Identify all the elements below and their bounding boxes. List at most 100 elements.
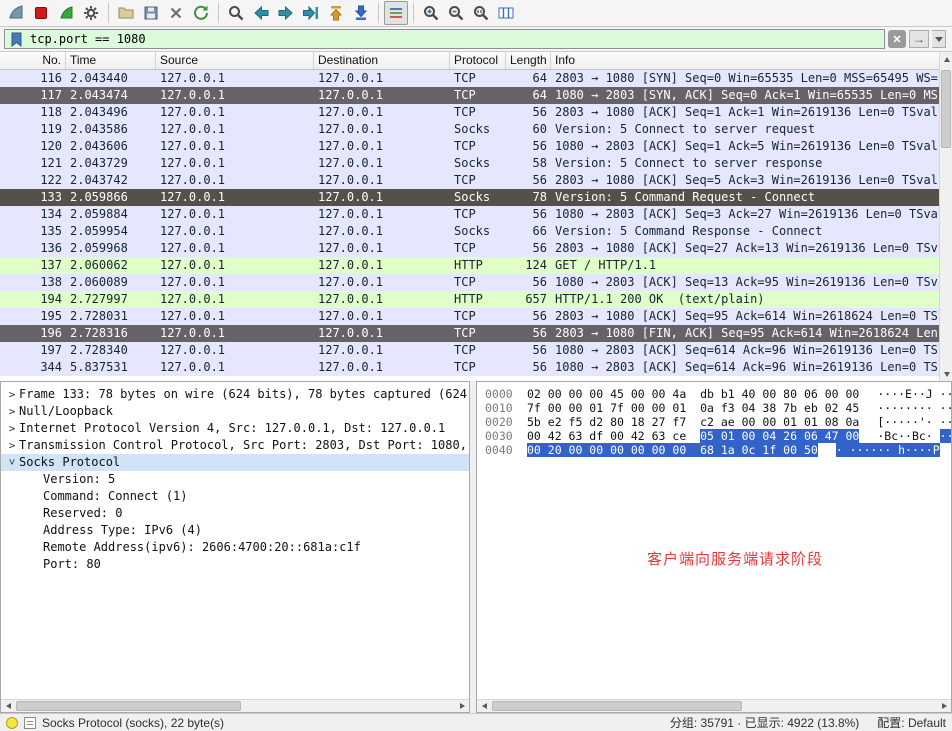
hex-bytes[interactable]: 5b e2 f5 d2 80 18 27 f7 c2 ae 00 00 01 0… <box>527 415 859 429</box>
packet-row-133[interactable]: 1332.059866127.0.0.1127.0.0.1Socks78Vers… <box>0 189 939 206</box>
go-to-top-button[interactable] <box>324 1 348 25</box>
packet-row-194[interactable]: 1942.727997127.0.0.1127.0.0.1HTTP657HTTP… <box>0 291 939 308</box>
bytes-hscrollbar[interactable] <box>477 699 951 712</box>
column-header-source[interactable]: Source <box>156 52 314 69</box>
hex-bytes-segment[interactable]: 7f 00 00 01 7f 00 00 01 0a f3 04 38 7b e… <box>527 401 859 415</box>
profile-status[interactable]: 配置: Default <box>877 714 946 731</box>
close-file-button[interactable] <box>164 1 188 25</box>
details-hscrollbar[interactable] <box>1 699 469 712</box>
packet-row-134[interactable]: 1342.059884127.0.0.1127.0.0.1TCP561080 →… <box>0 206 939 223</box>
hex-ascii[interactable]: · ······ h····P <box>836 443 940 457</box>
hex-ascii[interactable]: ········ ···8{··E <box>877 401 951 415</box>
detail-row[interactable]: ˅Socks Protocol <box>1 454 469 471</box>
packet-row-119[interactable]: 1192.043586127.0.0.1127.0.0.1Socks60Vers… <box>0 121 939 138</box>
detail-row[interactable]: Address Type: IPv6 (4) <box>1 522 469 539</box>
ascii-selected[interactable]: · ······ h····P <box>836 443 940 457</box>
packet-row-121[interactable]: 1212.043729127.0.0.1127.0.0.1Socks58Vers… <box>0 155 939 172</box>
scroll-down-button[interactable] <box>940 367 952 381</box>
packet-row-117[interactable]: 1172.043474127.0.0.1127.0.0.1TCP641080 →… <box>0 87 939 104</box>
detail-row[interactable]: >Transmission Control Protocol, Src Port… <box>1 437 469 454</box>
packet-row-138[interactable]: 1382.060089127.0.0.1127.0.0.1TCP561080 →… <box>0 274 939 291</box>
hex-bytes[interactable]: 00 42 63 df 00 42 63 ce 05 01 00 04 26 0… <box>527 429 859 443</box>
ascii-segment[interactable]: [·····'· ········ <box>877 415 951 429</box>
scroll-thumb[interactable] <box>941 70 951 148</box>
packet-row-196[interactable]: 1962.728316127.0.0.1127.0.0.1TCP562803 →… <box>0 325 939 342</box>
hex-row[interactable]: 004000 20 00 00 00 00 00 00 68 1a 0c 1f … <box>485 443 951 457</box>
ascii-segment[interactable]: ·Bc··Bc· <box>877 429 939 443</box>
filter-expression-text[interactable]: tcp.port == 1080 <box>30 32 880 46</box>
capture-options-button[interactable] <box>79 1 103 25</box>
hex-ascii[interactable]: [·····'· ········ <box>877 415 951 429</box>
packet-row-344[interactable]: 3445.837531127.0.0.1127.0.0.1TCP561080 →… <box>0 359 939 376</box>
ascii-segment[interactable]: ········ ···8{··E <box>877 401 951 415</box>
display-filter-input[interactable]: tcp.port == 1080 <box>4 29 885 49</box>
restart-capture-button[interactable] <box>54 1 78 25</box>
detail-row[interactable]: Remote Address(ipv6): 2606:4700:20::681a… <box>1 539 469 556</box>
resize-columns-button[interactable] <box>494 1 518 25</box>
expand-icon[interactable]: > <box>5 386 19 403</box>
packet-row-137[interactable]: 1372.060062127.0.0.1127.0.0.1HTTP124GET … <box>0 257 939 274</box>
expand-icon[interactable]: > <box>5 403 19 420</box>
packet-row-120[interactable]: 1202.043606127.0.0.1127.0.0.1TCP561080 →… <box>0 138 939 155</box>
hex-selected-bytes[interactable]: 00 20 00 00 00 00 00 00 68 1a 0c 1f 00 5… <box>527 443 818 457</box>
detail-row[interactable]: Version: 5 <box>1 471 469 488</box>
hex-bytes[interactable]: 7f 00 00 01 7f 00 00 01 0a f3 04 38 7b e… <box>527 401 859 415</box>
expert-info-icon[interactable] <box>6 717 18 729</box>
column-header-length[interactable]: Length <box>506 52 551 69</box>
start-capture-button[interactable] <box>4 1 28 25</box>
reload-file-button[interactable] <box>189 1 213 25</box>
filter-bookmark-icon[interactable] <box>9 31 24 48</box>
packet-list-vscrollbar[interactable] <box>939 52 952 381</box>
colorize-packet-list-button[interactable] <box>384 1 408 25</box>
hex-bytes-segment[interactable]: 02 00 00 00 45 00 00 4a db b1 40 00 80 0… <box>527 387 859 401</box>
zoom-out-button[interactable] <box>444 1 468 25</box>
hex-bytes[interactable]: 02 00 00 00 45 00 00 4a db b1 40 00 80 0… <box>527 387 859 401</box>
hex-selected-bytes[interactable]: 05 01 00 04 26 06 47 00 <box>700 429 859 443</box>
detail-row[interactable]: >Frame 133: 78 bytes on wire (624 bits),… <box>1 386 469 403</box>
ascii-segment[interactable]: ····E··J ··@····· <box>877 387 951 401</box>
ascii-selected[interactable]: ····&·G· <box>940 429 951 443</box>
packet-row-135[interactable]: 1352.059954127.0.0.1127.0.0.1Socks66Vers… <box>0 223 939 240</box>
hex-bytes-segment[interactable]: 00 42 63 df 00 42 63 ce <box>527 429 700 443</box>
hex-row[interactable]: 00205b e2 f5 d2 80 18 27 f7 c2 ae 00 00 … <box>485 415 951 429</box>
scroll-right-button[interactable] <box>937 700 951 712</box>
hex-ascii[interactable]: ····E··J ··@····· <box>877 387 951 401</box>
hex-ascii[interactable]: ·Bc··Bc· ····&·G· <box>877 429 951 443</box>
scroll-left-button[interactable] <box>1 700 15 712</box>
expand-icon[interactable]: > <box>5 437 19 454</box>
detail-row[interactable]: Port: 80 <box>1 556 469 573</box>
go-to-packet-button[interactable] <box>299 1 323 25</box>
column-header-protocol[interactable]: Protocol <box>450 52 506 69</box>
zoom-in-button[interactable] <box>419 1 443 25</box>
filter-dropdown-button[interactable] <box>932 30 946 48</box>
scroll-up-button[interactable] <box>940 52 952 66</box>
hex-row[interactable]: 003000 42 63 df 00 42 63 ce 05 01 00 04 … <box>485 429 951 443</box>
find-packet-button[interactable] <box>224 1 248 25</box>
column-header-no[interactable]: No. <box>0 52 66 69</box>
packet-row-116[interactable]: 1162.043440127.0.0.1127.0.0.1TCP642803 →… <box>0 70 939 87</box>
hex-bytes-segment[interactable]: 5b e2 f5 d2 80 18 27 f7 c2 ae 00 00 01 0… <box>527 415 859 429</box>
zoom-original-button[interactable] <box>469 1 493 25</box>
detail-row[interactable]: Reserved: 0 <box>1 505 469 522</box>
go-to-bottom-button[interactable] <box>349 1 373 25</box>
detail-row[interactable]: Command: Connect (1) <box>1 488 469 505</box>
hex-row[interactable]: 00107f 00 00 01 7f 00 00 01 0a f3 04 38 … <box>485 401 951 415</box>
scroll-thumb[interactable] <box>16 701 241 711</box>
packet-row-195[interactable]: 1952.728031127.0.0.1127.0.0.1TCP562803 →… <box>0 308 939 325</box>
detail-row[interactable]: >Null/Loopback <box>1 403 469 420</box>
scroll-right-button[interactable] <box>455 700 469 712</box>
packet-row-197[interactable]: 1972.728340127.0.0.1127.0.0.1TCP561080 →… <box>0 342 939 359</box>
open-file-button[interactable] <box>114 1 138 25</box>
column-header-destination[interactable]: Destination <box>314 52 450 69</box>
packet-row-122[interactable]: 1222.043742127.0.0.1127.0.0.1TCP562803 →… <box>0 172 939 189</box>
go-forward-button[interactable] <box>274 1 298 25</box>
scroll-thumb[interactable] <box>492 701 742 711</box>
save-file-button[interactable] <box>139 1 163 25</box>
stop-capture-button[interactable] <box>29 1 53 25</box>
packet-row-136[interactable]: 1362.059968127.0.0.1127.0.0.1TCP562803 →… <box>0 240 939 257</box>
column-header-time[interactable]: Time <box>66 52 156 69</box>
collapse-icon[interactable]: ˅ <box>5 454 19 471</box>
filter-clear-button[interactable]: ✕ <box>888 30 906 48</box>
expand-icon[interactable]: > <box>5 420 19 437</box>
column-header-info[interactable]: Info <box>551 52 952 69</box>
